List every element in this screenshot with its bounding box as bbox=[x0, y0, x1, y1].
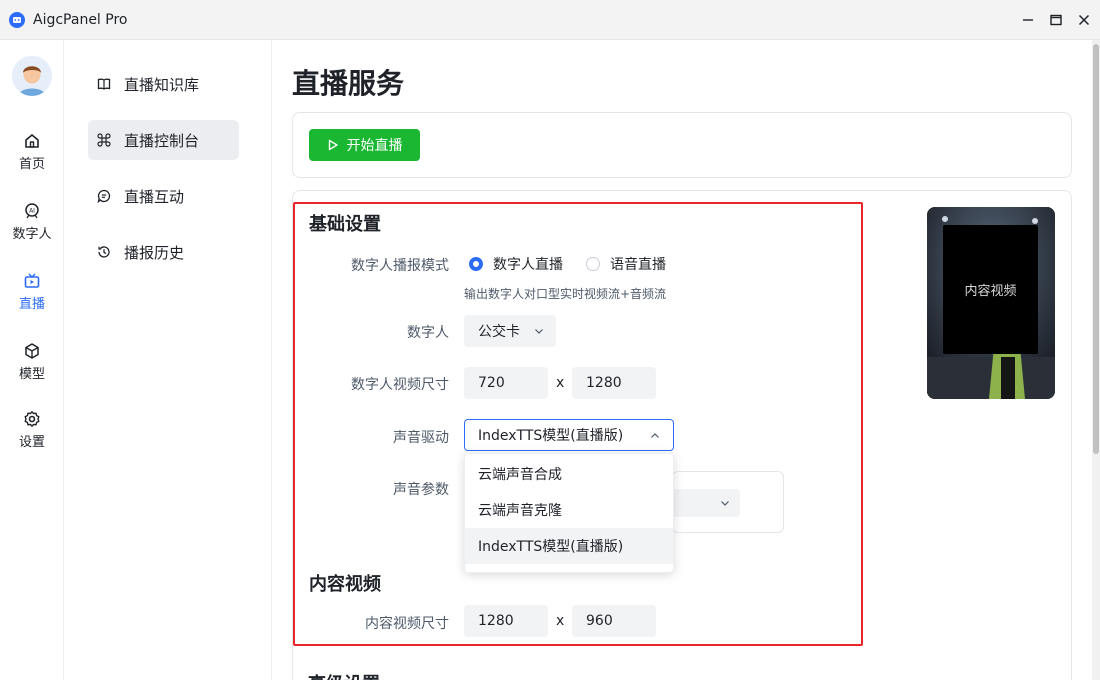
avatar-value: 公交卡 bbox=[478, 324, 520, 340]
history-icon bbox=[98, 246, 110, 258]
dropdown-option-indextts[interactable]: IndexTTS模型(直播版) bbox=[465, 528, 673, 564]
basic-settings-title: 基础设置 bbox=[309, 214, 381, 235]
video-height-input[interactable]: 1280 bbox=[572, 367, 656, 399]
chat-icon bbox=[97, 189, 111, 203]
ai-person-icon: AI bbox=[25, 203, 39, 219]
voice-param-label: 声音参数 bbox=[393, 482, 449, 498]
content-width-input[interactable]: 1280 bbox=[464, 605, 548, 637]
main-content: 直播服务 开始直播 基础设置 数字人播报模式 数字人直播 语音直播 输出数字人对… bbox=[272, 40, 1100, 680]
maximize-icon bbox=[1050, 14, 1062, 26]
dropdown-option-cloud-clone[interactable]: 云端声音克隆 bbox=[465, 492, 673, 528]
rail-item-settings[interactable]: 设置 bbox=[0, 410, 64, 450]
voice-driver-dropdown: 云端声音合成 云端声音克隆 IndexTTS模型(直播版) bbox=[464, 453, 674, 573]
dropdown-option-cloud-tts[interactable]: 云端声音合成 bbox=[465, 456, 673, 492]
close-icon bbox=[1078, 14, 1090, 26]
times-symbol: x bbox=[556, 375, 565, 391]
chevron-down-icon bbox=[721, 501, 729, 506]
window-title: AigcPanel Pro bbox=[33, 11, 128, 28]
avatar-label: 数字人 bbox=[407, 325, 449, 341]
chevron-up-icon bbox=[651, 433, 659, 438]
advanced-settings-title: 高级设置 bbox=[308, 670, 380, 680]
rail-item-label: 首页 bbox=[18, 157, 45, 172]
radio-digital-live[interactable]: 数字人直播 bbox=[469, 254, 563, 274]
start-live-button[interactable]: 开始直播 bbox=[309, 129, 420, 161]
rail-item-label: 数字人 bbox=[12, 227, 52, 242]
minimize-button[interactable] bbox=[1014, 0, 1042, 40]
content-video-placeholder: 内容视频 bbox=[943, 225, 1038, 354]
book-icon bbox=[97, 78, 111, 90]
user-avatar-icon bbox=[12, 56, 52, 96]
page-title: 直播服务 bbox=[292, 67, 405, 100]
svg-text:AI: AI bbox=[29, 208, 35, 215]
subnav-item-label: 直播控制台 bbox=[124, 131, 200, 150]
main-scrollbar[interactable] bbox=[1092, 40, 1100, 680]
avatar[interactable] bbox=[12, 56, 52, 96]
rail-item-model[interactable]: 模型 bbox=[0, 342, 64, 382]
mode-hint: 输出数字人对口型实时视频流+音频流 bbox=[464, 287, 667, 301]
voice-driver-label: 声音驱动 bbox=[393, 430, 449, 446]
gear-icon bbox=[24, 411, 40, 427]
subnav-item-knowledge-base[interactable]: 直播知识库 bbox=[88, 64, 239, 104]
content-video-title: 内容视频 bbox=[309, 574, 381, 595]
video-width-input[interactable]: 720 bbox=[464, 367, 548, 399]
rail-item-live[interactable]: 直播 bbox=[0, 272, 64, 312]
avatar-select[interactable]: 公交卡 bbox=[464, 315, 556, 347]
radio-label: 语音直播 bbox=[610, 257, 666, 273]
start-live-label: 开始直播 bbox=[346, 138, 403, 154]
play-icon bbox=[328, 139, 338, 151]
subnav-item-history[interactable]: 播报历史 bbox=[88, 232, 239, 272]
voice-param-select[interactable] bbox=[672, 489, 740, 517]
video-size-label: 数字人视频尺寸 bbox=[351, 377, 449, 393]
minimize-icon bbox=[1023, 19, 1033, 21]
voice-driver-select[interactable]: IndexTTS模型(直播版) bbox=[464, 419, 674, 451]
rail-item-label: 设置 bbox=[18, 435, 45, 450]
times-symbol: x bbox=[556, 613, 565, 629]
tv-icon bbox=[24, 273, 40, 288]
subnav-item-console[interactable]: 直播控制台 bbox=[88, 120, 239, 160]
subnav-item-interaction[interactable]: 直播互动 bbox=[88, 176, 239, 216]
radio-voice-live[interactable]: 语音直播 bbox=[586, 254, 666, 274]
rail-item-home[interactable]: 首页 bbox=[0, 132, 64, 172]
cube-icon bbox=[25, 343, 39, 359]
maximize-button[interactable] bbox=[1042, 0, 1070, 40]
rail-item-digital-human[interactable]: AI 数字人 bbox=[0, 202, 64, 242]
subnav-item-label: 直播知识库 bbox=[124, 75, 200, 94]
voice-driver-value: IndexTTS模型(直播版) bbox=[478, 428, 624, 444]
command-icon bbox=[97, 133, 111, 147]
subnav-item-label: 直播互动 bbox=[124, 187, 185, 206]
title-bar: AigcPanel Pro bbox=[0, 0, 1100, 40]
control-card: 开始直播 bbox=[292, 112, 1072, 178]
rail-item-label: 直播 bbox=[18, 297, 45, 312]
chevron-down-icon bbox=[535, 329, 543, 334]
live-subnav: 直播知识库 直播控制台 直播互动 播报历史 bbox=[64, 40, 272, 680]
home-icon bbox=[25, 134, 39, 148]
radio-label: 数字人直播 bbox=[493, 257, 563, 273]
subnav-item-label: 播报历史 bbox=[124, 243, 185, 262]
scrollbar-thumb[interactable] bbox=[1093, 44, 1099, 454]
content-size-label: 内容视频尺寸 bbox=[365, 616, 449, 632]
close-button[interactable] bbox=[1070, 0, 1098, 40]
radio-unselected-icon bbox=[586, 257, 600, 271]
mode-label: 数字人播报模式 bbox=[351, 258, 449, 274]
content-height-input[interactable]: 960 bbox=[572, 605, 656, 637]
radio-selected-icon bbox=[469, 257, 483, 271]
live-preview: 内容视频 bbox=[927, 207, 1055, 399]
main-nav-rail: 首页 AI 数字人 直播 模型 设置 bbox=[0, 40, 64, 680]
app-logo-icon bbox=[9, 11, 25, 28]
rail-item-label: 模型 bbox=[18, 367, 45, 382]
